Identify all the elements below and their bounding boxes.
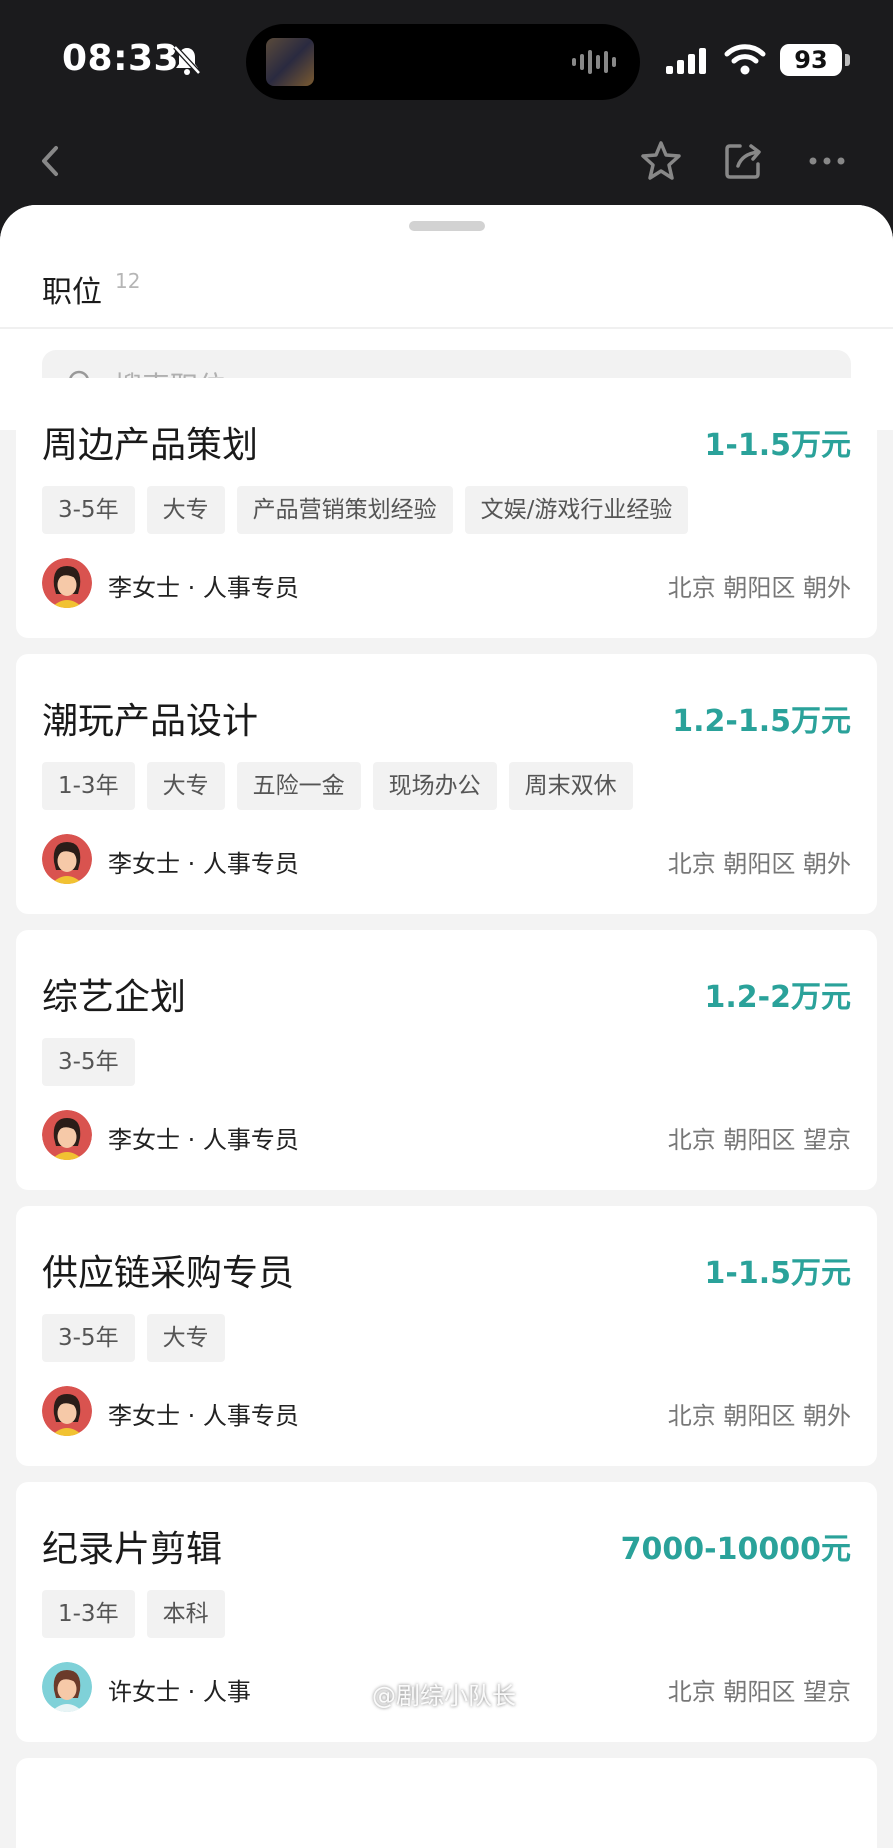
- job-salary: 1.2-1.5万元: [672, 704, 851, 739]
- wifi-icon: [724, 44, 766, 75]
- status-bar: 08:33 93: [0, 0, 893, 120]
- recruiter-avatar: [42, 1110, 92, 1160]
- recruiter-name: 李女士 · 人事专员: [108, 1402, 299, 1430]
- now-playing-thumbnail: [266, 38, 314, 86]
- job-tag: 产品营销策划经验: [236, 486, 453, 534]
- job-tag: 五险一金: [236, 762, 361, 810]
- dynamic-island[interactable]: [246, 24, 640, 100]
- nav-bar: [0, 120, 893, 204]
- recruiter-avatar: [42, 558, 92, 608]
- job-card[interactable]: 潮玩产品设计 1.2-1.5万元 1-3年 大专 五险一金 现场办公 周末双休李女士 · 人…: [16, 654, 877, 914]
- job-salary: 1-1.5万元: [704, 428, 851, 463]
- share-icon[interactable]: [718, 136, 768, 186]
- battery-cap: [845, 54, 850, 66]
- job-tags: 3-5年: [42, 1038, 135, 1086]
- job-tags: 1-3年 大专 五险一金 现场办公 周末双休: [42, 762, 633, 810]
- job-card[interactable]: 综艺企划 1.2-2万元 3-5年李女士 · 人事专员 北京 朝阳区 望京: [16, 930, 877, 1190]
- job-location: 北京 朝阳区 望京: [667, 1126, 851, 1154]
- job-title: 综艺企划: [42, 977, 187, 1018]
- job-salary: 1-1.5万元: [704, 1256, 851, 1291]
- drag-handle[interactable]: [409, 221, 485, 231]
- job-tag: 大专: [146, 762, 225, 810]
- audio-wave-icon: [572, 50, 616, 74]
- recruiter-name: 李女士 · 人事专员: [108, 574, 299, 602]
- job-title: 潮玩产品设计: [42, 701, 259, 742]
- job-tag: 文娱/游戏行业经验: [464, 486, 689, 534]
- job-title: 纪录片剪辑: [42, 1529, 223, 1570]
- job-location: 北京 朝阳区 朝外: [667, 850, 851, 878]
- recruiter-name: 许女士 · 人事: [108, 1678, 251, 1706]
- recruiter-avatar: [42, 1662, 92, 1712]
- recruiter-name: 李女士 · 人事专员: [108, 850, 299, 878]
- job-tag: 大专: [146, 486, 225, 534]
- job-tag: 周末双休: [508, 762, 633, 810]
- watermark: @剧综小队长: [372, 1682, 516, 1710]
- tab-positions[interactable]: 职位: [42, 267, 102, 311]
- job-tag: 大专: [146, 1314, 225, 1362]
- job-location: 北京 朝阳区 望京: [667, 1678, 851, 1706]
- job-location: 北京 朝阳区 朝外: [667, 574, 851, 602]
- job-tag: 本科: [146, 1590, 225, 1638]
- job-salary: 7000-10000元: [620, 1532, 851, 1567]
- job-location: 北京 朝阳区 朝外: [667, 1402, 851, 1430]
- recruiter-name: 李女士 · 人事专员: [108, 1126, 299, 1154]
- job-card[interactable]: 供应链采购专员 1-1.5万元 3-5年 大专李女士 · 人事专员 北京 朝阳区 朝外: [16, 1206, 877, 1466]
- job-title: 供应链采购专员: [42, 1253, 295, 1294]
- back-chevron-icon[interactable]: [26, 136, 76, 186]
- signal-icon: [666, 48, 706, 74]
- job-salary: 1.2-2万元: [704, 980, 851, 1015]
- job-tag: 现场办公: [372, 762, 497, 810]
- job-tags: 1-3年 本科: [42, 1590, 225, 1638]
- positions-sheet: 职位 12 搜索职位 周边产品策划1-1.5万元3-5年大专产品营销策划经验文娱…: [0, 205, 893, 1848]
- job-tag: 3-5年: [42, 486, 135, 534]
- bell-slash-icon: [173, 45, 201, 75]
- job-tags: 3-5年 大专 产品营销策划经验 文娱/游戏行业经验: [42, 486, 689, 534]
- recruiter-avatar: [42, 834, 92, 884]
- more-icon[interactable]: [802, 136, 852, 186]
- job-tags: 3-5年 大专: [42, 1314, 225, 1362]
- job-card[interactable]: 周边产品策划 1-1.5万元 3-5年 大专 产品营销策划经验 文娱/游戏行业经验李女士 …: [16, 378, 877, 638]
- status-time: 08:33: [62, 38, 180, 79]
- divider: [0, 327, 893, 329]
- battery-icon: 93: [780, 44, 842, 76]
- positions-count: 12: [115, 269, 141, 293]
- job-tag: 3-5年: [42, 1314, 135, 1362]
- job-tag: 1-3年: [42, 762, 135, 810]
- recruiter-avatar: [42, 1386, 92, 1436]
- job-tag: 1-3年: [42, 1590, 135, 1638]
- job-title: 周边产品策划: [42, 425, 259, 466]
- job-card[interactable]: [16, 1758, 877, 1848]
- job-tag: 3-5年: [42, 1038, 135, 1086]
- star-icon[interactable]: [636, 136, 686, 186]
